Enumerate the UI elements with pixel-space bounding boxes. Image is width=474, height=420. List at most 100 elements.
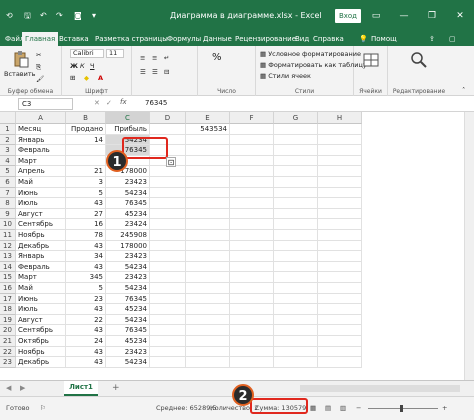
cell-empty[interactable]: [318, 357, 362, 368]
horizontal-scrollbar[interactable]: [300, 385, 460, 392]
cell-month[interactable]: Сентябрь: [16, 325, 66, 336]
row-header[interactable]: 1: [0, 124, 16, 135]
cell-empty[interactable]: [186, 325, 230, 336]
cell-profit[interactable]: 54234: [106, 314, 150, 326]
cell-sold[interactable]: 43: [66, 304, 106, 315]
row-header[interactable]: 19: [0, 314, 16, 326]
minimize-button[interactable]: —: [390, 0, 418, 32]
cell-profit[interactable]: Прибыль: [106, 124, 150, 135]
cell-empty[interactable]: [186, 166, 230, 177]
merge-icon[interactable]: ⊟: [164, 68, 169, 76]
cell-sold[interactable]: 23: [66, 293, 106, 305]
cell-empty[interactable]: 543534: [186, 124, 230, 135]
cell-empty[interactable]: [274, 251, 318, 262]
fill-color-icon[interactable]: ◆: [84, 74, 89, 82]
tab-data[interactable]: Данные: [200, 32, 235, 46]
cell-profit[interactable]: 245908: [106, 230, 150, 241]
cell-sold[interactable]: 16: [66, 219, 106, 230]
cell-month[interactable]: Июль: [16, 198, 66, 209]
cell-empty[interactable]: [186, 272, 230, 283]
select-all-corner[interactable]: [0, 112, 16, 124]
align-middle-icon[interactable]: ≡: [152, 54, 157, 62]
cell-empty[interactable]: [186, 314, 230, 326]
cell-sold[interactable]: 14: [66, 134, 106, 146]
cell-sold[interactable]: 43: [66, 198, 106, 209]
row-header[interactable]: 4: [0, 155, 16, 167]
row-header[interactable]: 15: [0, 272, 16, 283]
cell-empty[interactable]: [186, 134, 230, 146]
add-sheet-button[interactable]: +: [112, 383, 120, 393]
cell-empty[interactable]: [318, 261, 362, 273]
cell-month[interactable]: Август: [16, 314, 66, 326]
cell-sold[interactable]: 43: [66, 240, 106, 252]
cell-profit[interactable]: 23423: [106, 272, 150, 283]
cell-empty[interactable]: [230, 187, 274, 199]
cell-empty[interactable]: [150, 304, 186, 315]
cell-profit[interactable]: 76345: [106, 293, 150, 305]
cell-month[interactable]: Февраль: [16, 145, 66, 156]
cell-empty[interactable]: [150, 219, 186, 230]
cell-empty[interactable]: [186, 177, 230, 188]
cell-empty[interactable]: [274, 187, 318, 199]
cell-empty[interactable]: [318, 198, 362, 209]
cell-profit[interactable]: 178000: [106, 240, 150, 252]
cell-month[interactable]: Март: [16, 155, 66, 167]
row-header[interactable]: 10: [0, 219, 16, 230]
cell-empty[interactable]: [186, 336, 230, 347]
conditional-format-button[interactable]: ▦ Условное форматирование: [260, 50, 361, 58]
cell-empty[interactable]: [150, 336, 186, 347]
cell-empty[interactable]: [274, 304, 318, 315]
comment-icon[interactable]: ▢: [446, 32, 459, 46]
align-left-icon[interactable]: ☰: [140, 68, 146, 76]
cell-empty[interactable]: [150, 346, 186, 358]
align-center-icon[interactable]: ☰: [152, 68, 158, 76]
cell-month[interactable]: Январь: [16, 251, 66, 262]
row-header[interactable]: 22: [0, 346, 16, 358]
cell-month[interactable]: Месяц: [16, 124, 66, 135]
tab-review[interactable]: Рецензирование: [232, 32, 299, 46]
cell-empty[interactable]: [274, 134, 318, 146]
cell-month[interactable]: Март: [16, 272, 66, 283]
cell-empty[interactable]: [150, 283, 186, 294]
scroll-left-icon[interactable]: ◀: [6, 384, 11, 392]
cell-profit[interactable]: 45234: [106, 304, 150, 315]
cell-empty[interactable]: [274, 177, 318, 188]
cell-empty[interactable]: [186, 198, 230, 209]
scroll-right-icon[interactable]: ▶: [20, 384, 25, 392]
cell-profit[interactable]: 23423: [106, 346, 150, 358]
cell-empty[interactable]: [230, 124, 274, 135]
cell-empty[interactable]: [274, 145, 318, 156]
tab-tell-me[interactable]: Помощ: [368, 32, 400, 46]
paste-icon[interactable]: [12, 50, 30, 68]
cell-empty[interactable]: [318, 251, 362, 262]
cut-icon[interactable]: ✂: [36, 51, 41, 59]
zoom-slider[interactable]: [368, 408, 438, 409]
cell-empty[interactable]: [186, 219, 230, 230]
row-header[interactable]: 6: [0, 177, 16, 188]
cell-empty[interactable]: [274, 325, 318, 336]
cell-profit[interactable]: 54234: [106, 283, 150, 294]
bold-icon[interactable]: Ж: [70, 62, 78, 70]
cell-empty[interactable]: [186, 145, 230, 156]
paste-button[interactable]: Вставить: [4, 70, 35, 78]
cell-month[interactable]: Сентябрь: [16, 219, 66, 230]
cell-empty[interactable]: [318, 293, 362, 305]
row-header[interactable]: 8: [0, 198, 16, 209]
cell-sold[interactable]: [66, 145, 106, 156]
cell-empty[interactable]: [318, 283, 362, 294]
format-table-button[interactable]: ▦ Форматировать как таблицу: [260, 61, 367, 69]
cell-empty[interactable]: [318, 166, 362, 177]
cell-empty[interactable]: [274, 283, 318, 294]
cell-empty[interactable]: [318, 219, 362, 230]
cell-empty[interactable]: [230, 357, 274, 368]
cell-empty[interactable]: [186, 187, 230, 199]
format-painter-icon[interactable]: 🖌: [36, 75, 44, 83]
tab-page-layout[interactable]: Разметка страницы: [92, 32, 171, 46]
cell-sold[interactable]: 43: [66, 261, 106, 273]
cell-profit[interactable]: 76345: [106, 198, 150, 209]
cell-profit[interactable]: 23423: [106, 251, 150, 262]
cells-icon[interactable]: [362, 51, 380, 69]
cell-sold[interactable]: 345: [66, 272, 106, 283]
share-icon[interactable]: ⇪: [426, 32, 438, 46]
cell-empty[interactable]: [230, 272, 274, 283]
